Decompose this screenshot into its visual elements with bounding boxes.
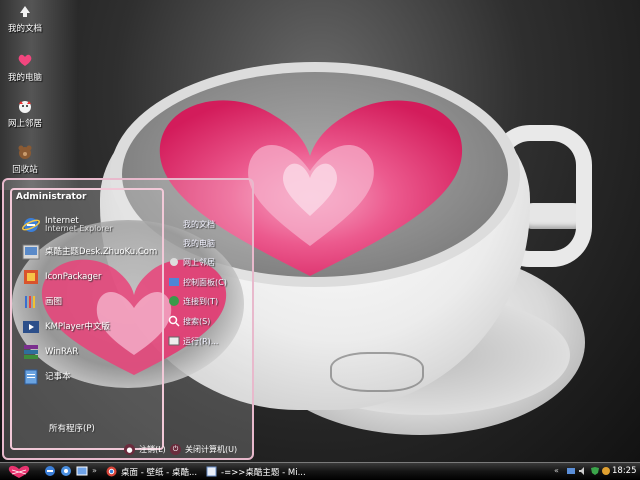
notepad-icon xyxy=(24,369,38,385)
tray-network-icon[interactable] xyxy=(566,466,576,476)
connect-icon xyxy=(169,296,179,306)
program-label: KMPlayer中文版 xyxy=(45,322,110,332)
wallpaper-cup-print xyxy=(330,352,424,392)
program-iconpackager[interactable]: IconPackager xyxy=(22,268,102,286)
program-label: WinRAR xyxy=(45,347,79,357)
task-label: 桌面 - 壁纸 - 桌酷... xyxy=(121,467,198,478)
kmplayer-icon xyxy=(23,321,39,333)
program-label: 记事本 xyxy=(45,372,71,382)
paint-icon xyxy=(25,296,35,308)
program-label: 画图 xyxy=(45,297,63,307)
taskbar-clock[interactable]: 18:25 xyxy=(612,466,637,476)
desktop-icon-my-documents[interactable]: 我的文档 xyxy=(3,3,47,34)
place-network[interactable]: 网上邻居 xyxy=(168,256,215,268)
program-sublabel: Internet Explorer xyxy=(45,224,113,233)
my-documents-icon xyxy=(20,6,30,17)
program-label: 桌酷主题Desk.ZhuoKu.Com xyxy=(45,247,158,257)
task-label: -=>>桌酷主题 - Mi... xyxy=(221,467,306,478)
desktop-icon-network-places[interactable]: 网上邻居 xyxy=(3,98,47,129)
network-places-icon xyxy=(19,101,31,113)
program-paint[interactable]: 画图 xyxy=(22,293,62,311)
computer-icon xyxy=(168,237,180,249)
desktop-icon-label: 我的电脑 xyxy=(7,73,42,83)
program-winrar[interactable]: WinRAR xyxy=(22,343,78,361)
tray-app-icon[interactable] xyxy=(601,466,611,476)
program-internet-explorer[interactable]: Internet Internet Explorer xyxy=(22,216,113,234)
place-label: 我的电脑 xyxy=(183,238,215,248)
task-button-desktop-wallpaper[interactable]: 桌面 - 壁纸 - 桌酷... xyxy=(106,465,201,478)
power-icon: ⏻ xyxy=(170,444,181,455)
shutdown-label: 关闭计算机(U) xyxy=(185,445,238,454)
program-zhuoku-theme[interactable]: 桌酷主题Desk.ZhuoKu.Com xyxy=(22,243,157,261)
window-icon xyxy=(206,466,217,477)
chrome-icon xyxy=(106,466,117,477)
quicklaunch-chevron-icon[interactable]: » xyxy=(92,466,97,475)
place-search[interactable]: 搜索(S) xyxy=(168,315,210,327)
tray-expand-icon[interactable]: « xyxy=(554,466,559,475)
taskbar: » 桌面 - 壁纸 - 桌酷... -=>>桌酷主题 - Mi... « 18:… xyxy=(0,462,640,480)
folder-icon xyxy=(168,218,180,230)
tray-shield-icon[interactable] xyxy=(590,466,600,476)
quicklaunch-ie-icon[interactable] xyxy=(44,465,56,477)
winrar-icon xyxy=(24,345,38,359)
place-label: 我的文档 xyxy=(183,219,215,229)
start-button[interactable] xyxy=(6,464,32,479)
place-connect-to[interactable]: 连接到(T) xyxy=(168,295,218,307)
place-my-documents[interactable]: 我的文档 xyxy=(168,218,215,230)
place-label: 搜索(S) xyxy=(183,316,211,326)
place-control-panel[interactable]: 控制面板(C) xyxy=(168,276,227,288)
program-notepad[interactable]: 记事本 xyxy=(22,368,71,386)
desktop-icon-label: 我的文档 xyxy=(7,24,42,34)
place-my-computer[interactable]: 我的电脑 xyxy=(168,237,215,249)
task-button-zhuoku-theme[interactable]: -=>>桌酷主题 - Mi... xyxy=(206,465,306,478)
place-run[interactable]: 运行(R)... xyxy=(168,335,218,347)
program-kmplayer[interactable]: KMPlayer中文版 xyxy=(22,318,110,336)
internet-explorer-icon xyxy=(22,218,40,232)
key-icon: ● xyxy=(124,444,135,455)
run-icon xyxy=(168,336,180,346)
desktop-icon-label: 网上邻居 xyxy=(7,119,42,129)
program-label: IconPackager xyxy=(45,272,102,282)
control-panel-icon xyxy=(169,278,179,286)
logoff-button[interactable]: ● 注销(L) xyxy=(124,444,166,455)
desktop-icon-recycle-bin[interactable]: 回收站 xyxy=(3,144,47,175)
search-icon xyxy=(168,315,180,327)
zhuoku-icon xyxy=(22,244,40,260)
desktop-icon-label: 回收站 xyxy=(12,165,38,175)
tray-volume-icon[interactable] xyxy=(578,466,588,476)
desktop-icon-my-computer[interactable]: 我的电脑 xyxy=(3,52,47,83)
my-computer-icon xyxy=(18,54,32,66)
shutdown-button[interactable]: ⏻ 关闭计算机(U) xyxy=(170,444,237,455)
iconpackager-icon xyxy=(24,270,38,284)
start-menu-user-name: Administrator xyxy=(16,192,87,202)
logoff-label: 注销(L) xyxy=(139,445,166,454)
quicklaunch-show-desktop-icon[interactable] xyxy=(76,465,88,477)
place-label: 连接到(T) xyxy=(183,296,219,306)
place-label: 控制面板(C) xyxy=(183,277,227,287)
recycle-bin-icon xyxy=(18,145,32,159)
quicklaunch-browser-icon[interactable] xyxy=(60,465,72,477)
place-label: 运行(R)... xyxy=(183,336,219,346)
all-programs-button[interactable]: 所有程序(P) xyxy=(49,422,95,434)
network-icon xyxy=(170,258,178,266)
start-menu: Administrator Internet Internet Explorer … xyxy=(2,178,254,460)
place-label: 网上邻居 xyxy=(183,257,215,267)
